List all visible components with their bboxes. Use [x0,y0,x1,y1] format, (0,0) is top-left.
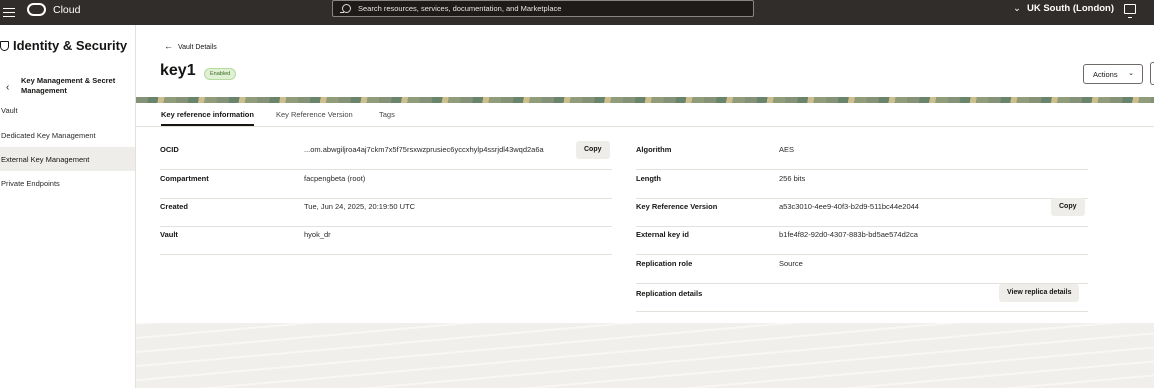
region-label: UK South (London) [1026,3,1115,14]
detail-value: Tue, Jun 24, 2025, 20:19:50 UTC [304,202,416,211]
back-link-label: Vault Details [178,44,217,51]
brand-label[interactable]: Cloud [53,4,80,16]
tab-key-reference-information[interactable]: Key reference information [161,110,254,126]
chevron-down-icon: ⌄ [1128,70,1134,77]
chevron-down-icon: ⌄ [1013,3,1021,14]
actions-label: Actions [1093,70,1118,79]
detail-row-replication-role: Replication role Source [636,256,1088,284]
tab-key-reference-version[interactable]: Key Reference Version [276,110,353,119]
hamburger-menu-icon[interactable] [3,5,15,19]
developer-tools-icon[interactable] [1124,4,1136,18]
detail-label: External key id [636,230,689,239]
detail-value: b1fe4f82-92d0-4307-883b-bd5ae574d2ca [779,230,918,239]
page-title: key1 [160,62,196,79]
detail-label: Vault [160,230,178,239]
detail-row-length: Length 256 bits [636,171,1088,199]
detail-row-algorithm: Algorithm AES [636,142,1088,170]
detail-label: Algorithm [636,145,672,154]
detail-value[interactable]: hyok_dr [304,230,331,239]
detail-value: 256 bits [779,174,806,183]
detail-row-vault: Vault hyok_dr [160,227,612,255]
top-bar: Cloud Search resources, services, docume… [0,0,1154,25]
detail-value: Source [779,259,803,268]
sidebar-title-label: Identity & Security [13,38,128,53]
sidebar-item-dedicated-key-management[interactable]: Dedicated Key Management [0,123,135,147]
detail-row-created: Created Tue, Jun 24, 2025, 20:19:50 UTC [160,199,612,227]
view-replica-details-button[interactable]: View replica details [999,284,1080,302]
region-selector[interactable]: ⌄ UK South (London) [1013,3,1114,14]
search-input[interactable]: Search resources, services, documentatio… [332,0,754,17]
copy-ocid-button[interactable]: Copy [576,141,610,159]
sidebar-item-external-key-management[interactable]: External Key Management [0,147,135,171]
tab-bar: Key reference information Key Reference … [136,103,1154,127]
sidebar-title: Identity & Security [0,38,127,53]
detail-label: OCID [160,145,179,154]
tab-tags[interactable]: Tags [379,110,395,119]
more-button[interactable] [1150,62,1154,85]
chevron-left-icon[interactable]: ‹ [6,82,9,93]
detail-label: Replication details [636,289,703,298]
detail-value[interactable]: facpengbeta (root) [304,174,365,183]
detail-value: ...om.abwgiljroa4aj7ckm7x5f75rsxwzprusie… [304,145,544,154]
detail-row-external-key-id: External key id b1fe4f82-92d0-4307-883b-… [636,227,1088,255]
detail-label: Compartment [160,174,209,183]
actions-button[interactable]: Actions ⌄ [1083,64,1143,84]
sidebar-parent-link[interactable]: Key Management & Secret Management [21,76,133,96]
detail-value: AES [779,145,795,154]
detail-row-ocid: OCID ...om.abwgiljroa4aj7ckm7x5f75rsxwzp… [160,141,612,170]
detail-label: Created [160,202,188,211]
oracle-logo-icon[interactable] [27,3,46,16]
main-content: ← Vault Details key1 Enabled Actions ⌄ Key… [136,25,1154,388]
sidebar: Identity & Security ‹ Key Management & S… [0,25,136,388]
sidebar-item-private-endpoints[interactable]: Private Endpoints [0,171,135,195]
decorative-footer [136,323,1154,388]
copy-key-version-button[interactable]: Copy [1051,198,1085,216]
search-placeholder: Search resources, services, documentatio… [358,4,562,13]
status-badge: Enabled [204,68,237,80]
detail-row-replication-details: Replication details View replica details [636,284,1088,312]
detail-label: Key Reference Version [636,202,718,211]
detail-label: Length [636,174,661,183]
arrow-left-icon: ← [164,41,173,51]
detail-row-key-reference-version: Key Reference Version a53c3010-4ee9-40f3… [636,198,1088,227]
detail-row-compartment: Compartment facpengbeta (root) [160,171,612,199]
back-link[interactable]: ← Vault Details [164,41,217,51]
detail-value: a53c3010-4ee9-40f3-b2d9-511bc44e2044 [779,202,919,211]
shield-icon [0,41,9,51]
search-icon [340,4,351,14]
detail-label: Replication role [636,259,693,268]
